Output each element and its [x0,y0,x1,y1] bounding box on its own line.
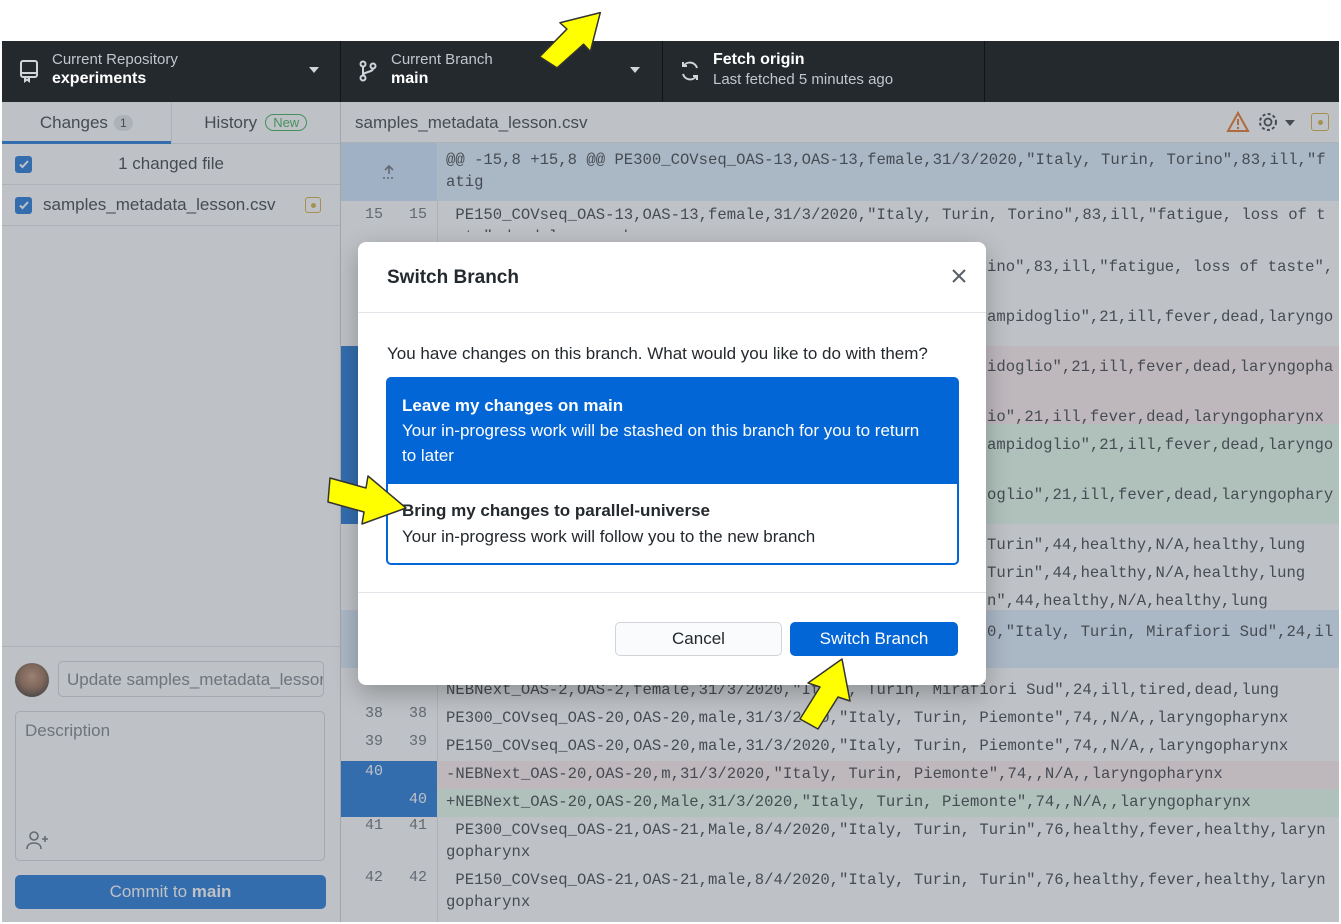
dialog-question: You have changes on this branch. What wo… [387,344,928,363]
option-title: Leave my changes on main [402,396,624,415]
option-description: Your in-progress work will follow you to… [402,527,816,546]
branch-icon [359,60,377,82]
annotation-arrow-icon [327,475,407,525]
repo-name: experiments [52,70,147,87]
switch-branch-dialog: Switch Branch You have changes on this b… [358,242,986,685]
fetch-origin-button[interactable]: Fetch origin Last fetched 5 minutes ago [663,41,985,102]
option-bring-changes[interactable]: Bring my changes to parallel-universe Yo… [386,484,959,565]
sync-icon [682,61,698,81]
option-title: Bring my changes to parallel-universe [402,501,710,520]
fetch-title: Fetch origin [713,51,805,68]
close-icon[interactable] [949,266,969,286]
chevron-down-icon [309,67,319,73]
branch-name: main [391,70,429,87]
dialog-footer: Cancel Switch Branch [358,592,986,685]
fetch-status: Last fetched 5 minutes ago [713,71,894,88]
dialog-title: Switch Branch [387,267,519,288]
repo-label: Current Repository [52,51,178,68]
branch-selector[interactable]: Current Branch main [341,41,663,102]
repo-icon [20,60,38,83]
repository-selector[interactable]: Current Repository experiments [2,41,341,102]
chevron-down-icon [630,67,640,73]
branch-label: Current Branch [391,51,493,68]
option-description: Your in-progress work will be stashed on… [402,421,920,465]
switch-branch-button[interactable]: Switch Branch [790,622,958,656]
dialog-header: Switch Branch [358,242,986,313]
toolbar: Current Repository experiments Current B… [2,41,1339,102]
annotation-arrow-icon [799,658,851,730]
cancel-button[interactable]: Cancel [615,622,782,656]
option-leave-changes[interactable]: Leave my changes on main Your in-progres… [386,377,959,484]
annotation-arrow-icon [538,11,602,69]
